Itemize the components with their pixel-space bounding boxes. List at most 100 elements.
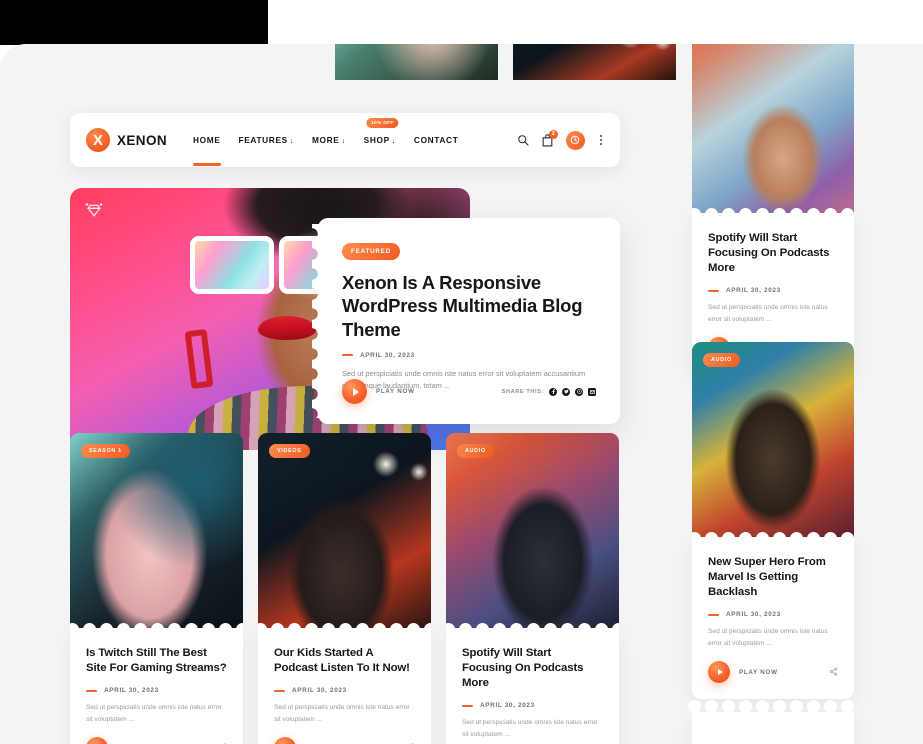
- share-icon[interactable]: [406, 739, 415, 744]
- card-category-badge[interactable]: AUDIO: [703, 353, 740, 367]
- card-category-badge[interactable]: SEASON 1: [81, 444, 130, 458]
- play-triangle-icon: [717, 669, 723, 676]
- nav-item-shop[interactable]: 10% OFF SHOP ↓: [363, 118, 399, 149]
- post-date: APRIL 30, 2023: [292, 687, 347, 695]
- card-image: AUDIO: [692, 342, 854, 537]
- email-icon[interactable]: [588, 387, 596, 396]
- featured-actions: PLAY NOW SHARE THIS:: [342, 379, 596, 404]
- card-image: VIDEOS: [513, 44, 676, 80]
- card-image: SEASON 1: [335, 44, 498, 80]
- shopping-bag-icon[interactable]: 2: [542, 129, 558, 147]
- share-icon[interactable]: [829, 663, 838, 681]
- card-body: Is Twitch Still The Best Site For Gaming…: [70, 628, 243, 744]
- card-image: SEASON 1: [70, 433, 243, 628]
- nav-label: FEATURES: [238, 135, 288, 145]
- post-meta: APRIL 30, 2023: [708, 611, 838, 618]
- post-meta: APRIL 30, 2023: [708, 287, 838, 294]
- share-this-label: SHARE THIS:: [501, 388, 544, 395]
- site-header: X XENON HOME FEATURES ↓ MORE ↓ 10% OFF SHO…: [70, 113, 620, 167]
- logo-mark-icon: X: [86, 128, 110, 152]
- play-now-label: PLAY NOW: [376, 388, 415, 395]
- post-actions: PLAY NOW: [708, 661, 838, 684]
- post-date: APRIL 30, 2023: [726, 611, 781, 619]
- post-title: Our Kids Started A Podcast Listen To It …: [274, 647, 410, 675]
- featured-badge[interactable]: FEATURED: [342, 243, 401, 260]
- scallop-edge: [312, 224, 324, 418]
- nav-item-more[interactable]: MORE ↓: [312, 131, 346, 149]
- nav-label: SHOP: [363, 135, 390, 145]
- meta-dash-decoration: [86, 689, 97, 692]
- page-frame: SEASON 1 VIDEOS X XENON HOME FEATURES↓ M…: [0, 44, 923, 744]
- card-body: [688, 699, 854, 744]
- nav-label: MORE: [311, 135, 340, 145]
- post-excerpt: Sed ut perspiciatis unde omnis iste natu…: [274, 704, 410, 723]
- post-title: Is Twitch Still The Best Site For Gaming…: [86, 647, 227, 675]
- nav-item-home[interactable]: HOME: [193, 131, 221, 166]
- post-date: APRIL 30, 2023: [480, 702, 535, 710]
- share-group: SHARE THIS:: [501, 387, 596, 396]
- play-button[interactable]: [708, 661, 730, 684]
- top-black-band: [0, 0, 268, 45]
- partial-card-top-2[interactable]: VIDEOS: [513, 44, 676, 80]
- card-body: New Super Hero From Marvel Is Getting Ba…: [692, 537, 854, 700]
- reddit-icon[interactable]: [575, 387, 583, 396]
- chevron-down-icon: ↓: [341, 138, 346, 145]
- scallop-edge: [446, 616, 619, 628]
- play-button[interactable]: [86, 736, 108, 744]
- partial-card-top-1[interactable]: SEASON 1: [335, 44, 498, 80]
- sidebar-post-card-2[interactable]: AUDIO New Super Hero From Marvel Is Gett…: [692, 342, 854, 700]
- nav-item-contact[interactable]: CONTACT: [414, 131, 459, 149]
- chevron-down-icon: ↓: [289, 138, 294, 145]
- nav-label: CONTACT: [413, 135, 459, 145]
- nav-label: HOME: [193, 135, 221, 145]
- play-button[interactable]: [342, 379, 367, 404]
- post-meta: APRIL 30, 2023: [462, 702, 603, 709]
- logo-text: XENON: [117, 132, 168, 148]
- scallop-edge: [692, 201, 854, 213]
- post-excerpt: Sed ut perspiciatis unde omnis iste natu…: [708, 628, 828, 647]
- sidebar-post-card-1[interactable]: AUDIO Spotify Will Start Focusing On Pod…: [692, 44, 854, 376]
- post-excerpt: Sed ut perspiciatis unde omnis iste natu…: [86, 704, 222, 723]
- post-title: Spotify Will Start Focusing On Podcasts …: [462, 647, 584, 690]
- header-actions: 2: [517, 129, 604, 150]
- featured-date: APRIL 30, 2023: [360, 351, 415, 359]
- share-icon[interactable]: [218, 739, 227, 744]
- nav-item-features[interactable]: FEATURES ↓: [239, 131, 294, 149]
- sidebar-post-card-3-partial[interactable]: [688, 699, 854, 744]
- featured-post-card[interactable]: FEATURED Xenon Is A Responsive WordPress…: [312, 218, 620, 424]
- post-meta: APRIL 30, 2023: [274, 687, 415, 694]
- clock-icon[interactable]: [565, 130, 585, 150]
- scallop-edge: [258, 616, 431, 628]
- post-date: APRIL 30, 2023: [104, 687, 159, 695]
- featured-title: Xenon Is A Responsive WordPress Multimed…: [342, 272, 583, 340]
- card-body: Spotify Will Start Focusing On Podcasts …: [446, 628, 619, 744]
- scallop-edge: [692, 525, 854, 537]
- primary-navigation: HOME FEATURES ↓ MORE ↓ 10% OFF SHOP ↓ CONTA…: [193, 118, 459, 166]
- play-now-label: PLAY NOW: [739, 668, 778, 676]
- post-card-3[interactable]: AUDIO Spotify Will Start Focusing On Pod…: [446, 433, 619, 744]
- card-category-badge[interactable]: AUDIO: [457, 444, 494, 458]
- facebook-icon[interactable]: [549, 387, 557, 396]
- meta-dash-decoration: [708, 613, 719, 616]
- post-actions: PLAY NOW: [86, 736, 227, 744]
- post-excerpt: Sed ut perspiciatis unde omnis iste natu…: [462, 719, 598, 738]
- search-icon[interactable]: [517, 134, 529, 146]
- site-logo[interactable]: X XENON: [86, 128, 167, 152]
- play-button[interactable]: [274, 736, 296, 744]
- scallop-edge: [70, 616, 243, 628]
- card-image: VIDEOS: [258, 433, 431, 628]
- meta-dash-decoration: [342, 354, 353, 357]
- meta-dash-decoration: [274, 689, 285, 692]
- meta-dash-decoration: [462, 704, 473, 707]
- meta-dash-decoration: [708, 289, 719, 292]
- kebab-menu-icon[interactable]: [598, 133, 604, 148]
- card-category-badge[interactable]: VIDEOS: [269, 444, 310, 458]
- featured-meta: APRIL 30, 2023: [342, 352, 596, 359]
- play-triangle-icon: [352, 387, 359, 396]
- post-date: APRIL 30, 2023: [726, 287, 781, 295]
- chevron-down-icon: ↓: [391, 138, 396, 145]
- post-card-1[interactable]: SEASON 1 Is Twitch Still The Best Site F…: [70, 433, 243, 744]
- twitter-icon[interactable]: [562, 387, 570, 396]
- post-title: Spotify Will Start Focusing On Podcasts …: [708, 232, 830, 275]
- post-card-2[interactable]: VIDEOS Our Kids Started A Podcast Listen…: [258, 433, 431, 744]
